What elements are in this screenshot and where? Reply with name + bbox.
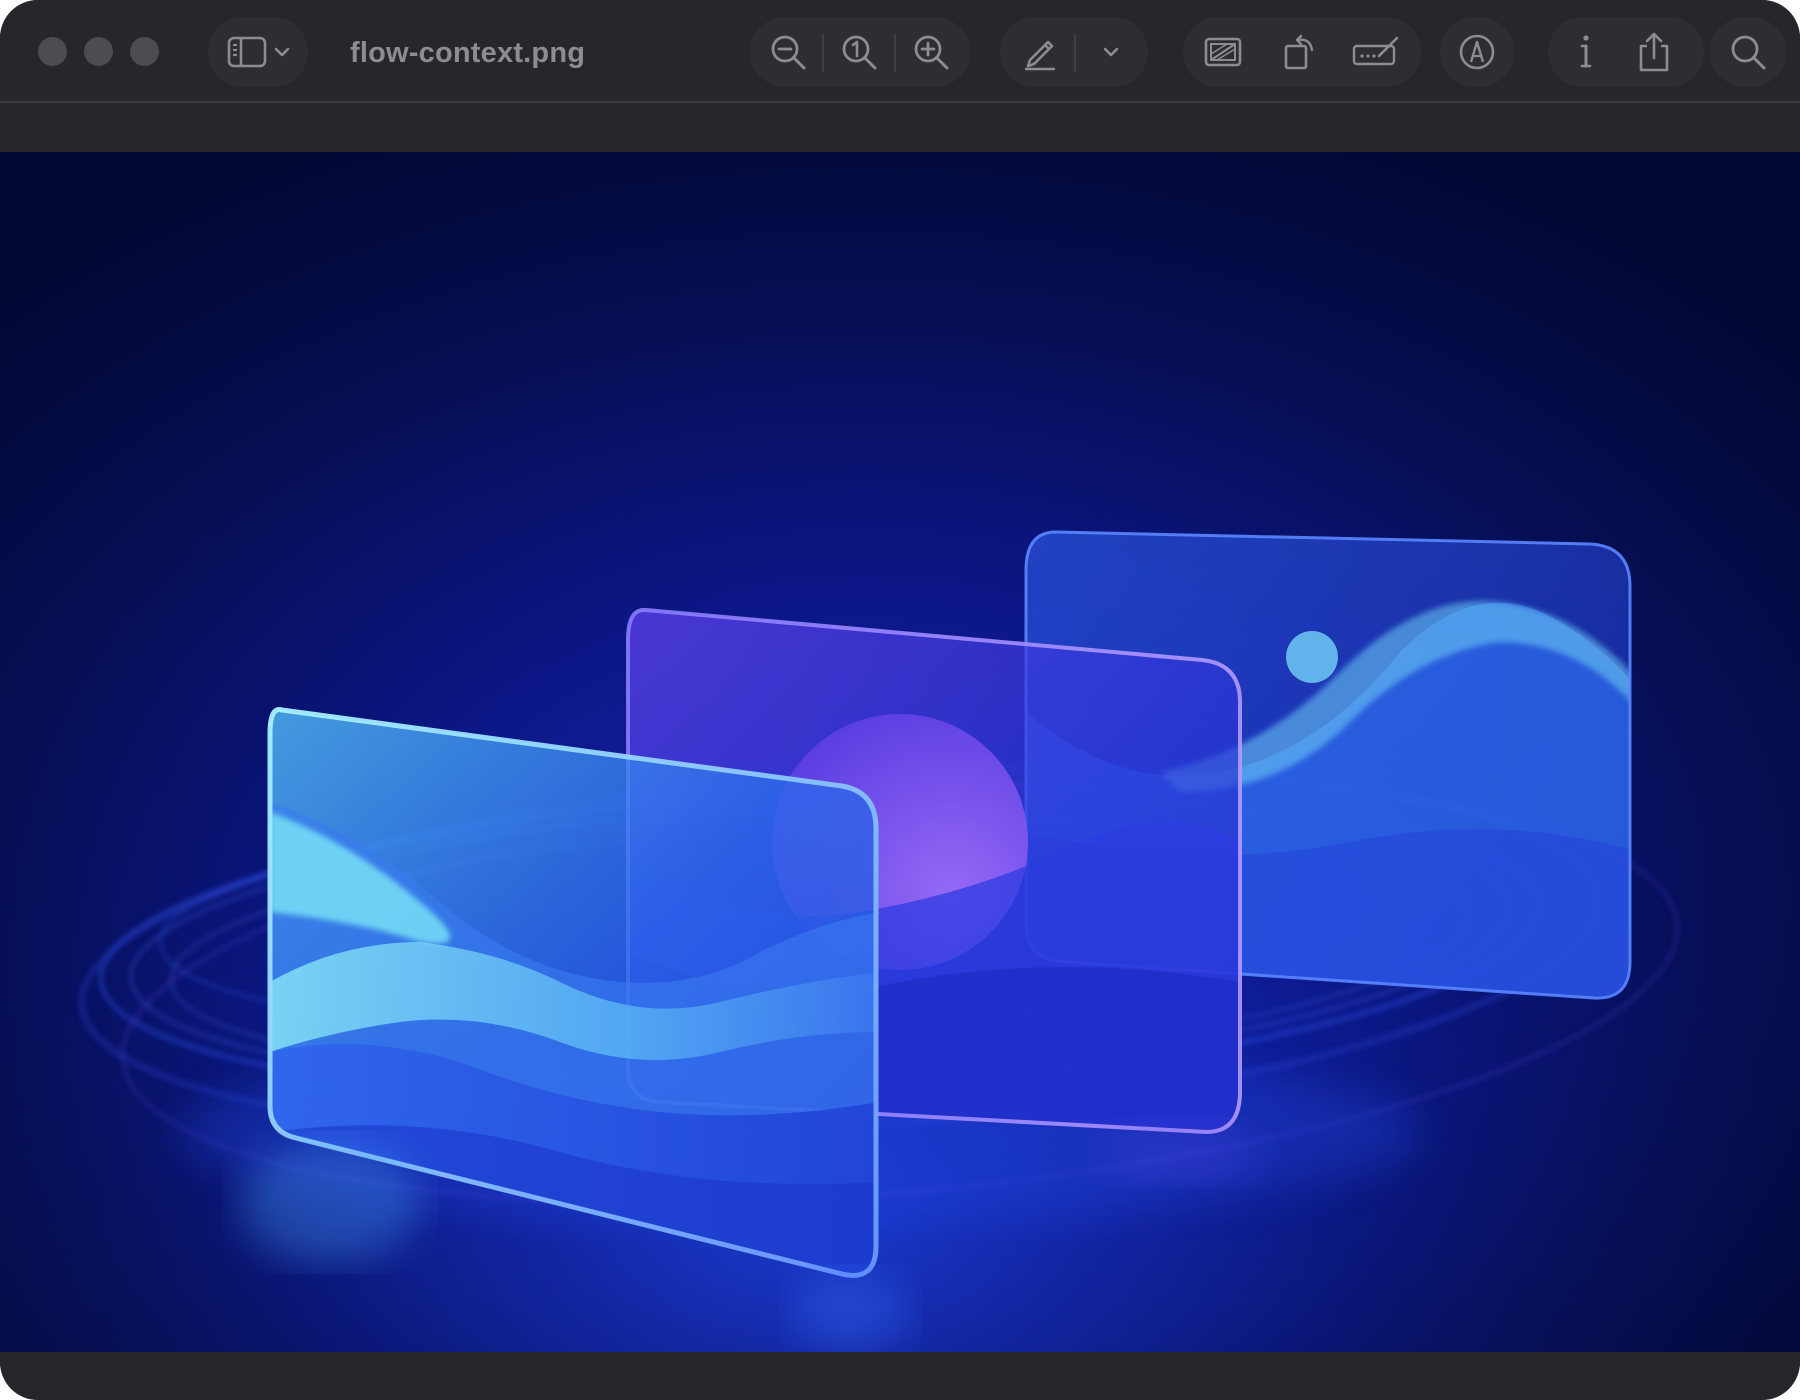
zoom-button[interactable] [130, 37, 159, 66]
bottom-bar [0, 1352, 1800, 1400]
toolbar-subbar [0, 103, 1800, 152]
title-bar: flow-context.png [0, 0, 1800, 103]
toolbar-divider [1074, 34, 1076, 72]
pencil-icon[interactable] [1012, 24, 1068, 80]
zoom-in-icon[interactable] [903, 24, 959, 80]
crop-icon[interactable] [1195, 24, 1251, 80]
search-icon[interactable] [1720, 24, 1776, 80]
actual-size-icon[interactable] [831, 24, 887, 80]
rotate-icon[interactable] [1272, 24, 1328, 80]
document-title: flow-context.png [350, 37, 586, 69]
toolbar-divider [822, 34, 824, 72]
chevron-down-icon[interactable] [266, 24, 298, 80]
signature-icon[interactable] [1346, 24, 1406, 80]
chevron-down-icon[interactable] [1084, 24, 1138, 80]
glass-panels-illustration [0, 152, 1800, 1352]
minimize-button[interactable] [84, 37, 113, 66]
markup-icon[interactable] [1449, 24, 1505, 80]
preview-window: flow-context.png [0, 0, 1800, 1400]
info-icon[interactable] [1558, 24, 1614, 80]
image-canvas[interactable] [0, 152, 1800, 1352]
share-icon[interactable] [1626, 24, 1682, 80]
close-button[interactable] [38, 37, 67, 66]
toolbar-divider [894, 34, 896, 72]
zoom-out-icon[interactable] [760, 24, 816, 80]
